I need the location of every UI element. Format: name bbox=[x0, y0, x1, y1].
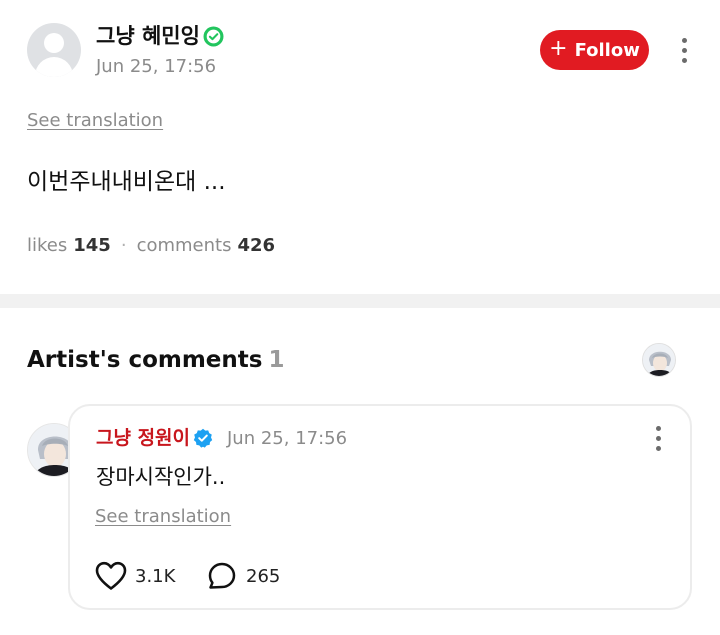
default-user-icon-head bbox=[44, 33, 64, 53]
comment-reply-button[interactable]: 265 bbox=[207, 561, 280, 591]
artist-photo-icon bbox=[643, 344, 675, 376]
artist-comments-title: Artist's comments 1 bbox=[27, 345, 285, 375]
post-body-text: 이번주내내비온대 ... bbox=[27, 169, 226, 195]
artist-comments-count: 1 bbox=[268, 347, 285, 373]
likes-label: likes bbox=[27, 235, 68, 256]
comment-author-name[interactable]: 그냥 정원이 bbox=[96, 425, 190, 451]
comments-label: comments bbox=[136, 235, 232, 256]
speech-bubble-icon bbox=[208, 562, 236, 589]
heart-outline-icon bbox=[95, 561, 127, 590]
verified-check-icon bbox=[203, 26, 224, 47]
comment-like-button[interactable]: 3.1K bbox=[95, 561, 175, 591]
post-more-icon[interactable] bbox=[680, 38, 688, 63]
post-stats: likes 145 · comments 426 bbox=[27, 234, 275, 258]
post-author-avatar[interactable] bbox=[27, 23, 81, 77]
artist-comments-title-label: Artist's comments bbox=[27, 347, 263, 373]
post-see-translation-link[interactable]: See translation bbox=[27, 109, 163, 133]
section-divider bbox=[0, 294, 720, 308]
post-timestamp: Jun 25, 17:56 bbox=[96, 56, 217, 77]
comment-see-translation-link[interactable]: See translation bbox=[95, 505, 231, 529]
post-author-name[interactable]: 그냥 혜민잉 bbox=[96, 22, 200, 50]
comment-likes-count: 3.1K bbox=[135, 565, 176, 587]
comment-body-text: 장마시작인가.. bbox=[96, 465, 226, 489]
stats-separator: · bbox=[120, 235, 127, 256]
verified-badge-icon bbox=[193, 428, 213, 448]
follow-button-label: Follow bbox=[574, 39, 640, 61]
comment-replies-count: 265 bbox=[246, 565, 281, 587]
follow-button[interactable]: + Follow bbox=[540, 30, 649, 70]
plus-icon: + bbox=[549, 36, 568, 61]
comments-count[interactable]: 426 bbox=[237, 234, 275, 258]
comment-more-icon[interactable] bbox=[654, 426, 662, 451]
default-user-icon-body bbox=[35, 57, 73, 77]
artist-avatar-small[interactable] bbox=[642, 343, 676, 377]
likes-count[interactable]: 145 bbox=[73, 234, 111, 258]
comment-timestamp: Jun 25, 17:56 bbox=[227, 428, 348, 449]
